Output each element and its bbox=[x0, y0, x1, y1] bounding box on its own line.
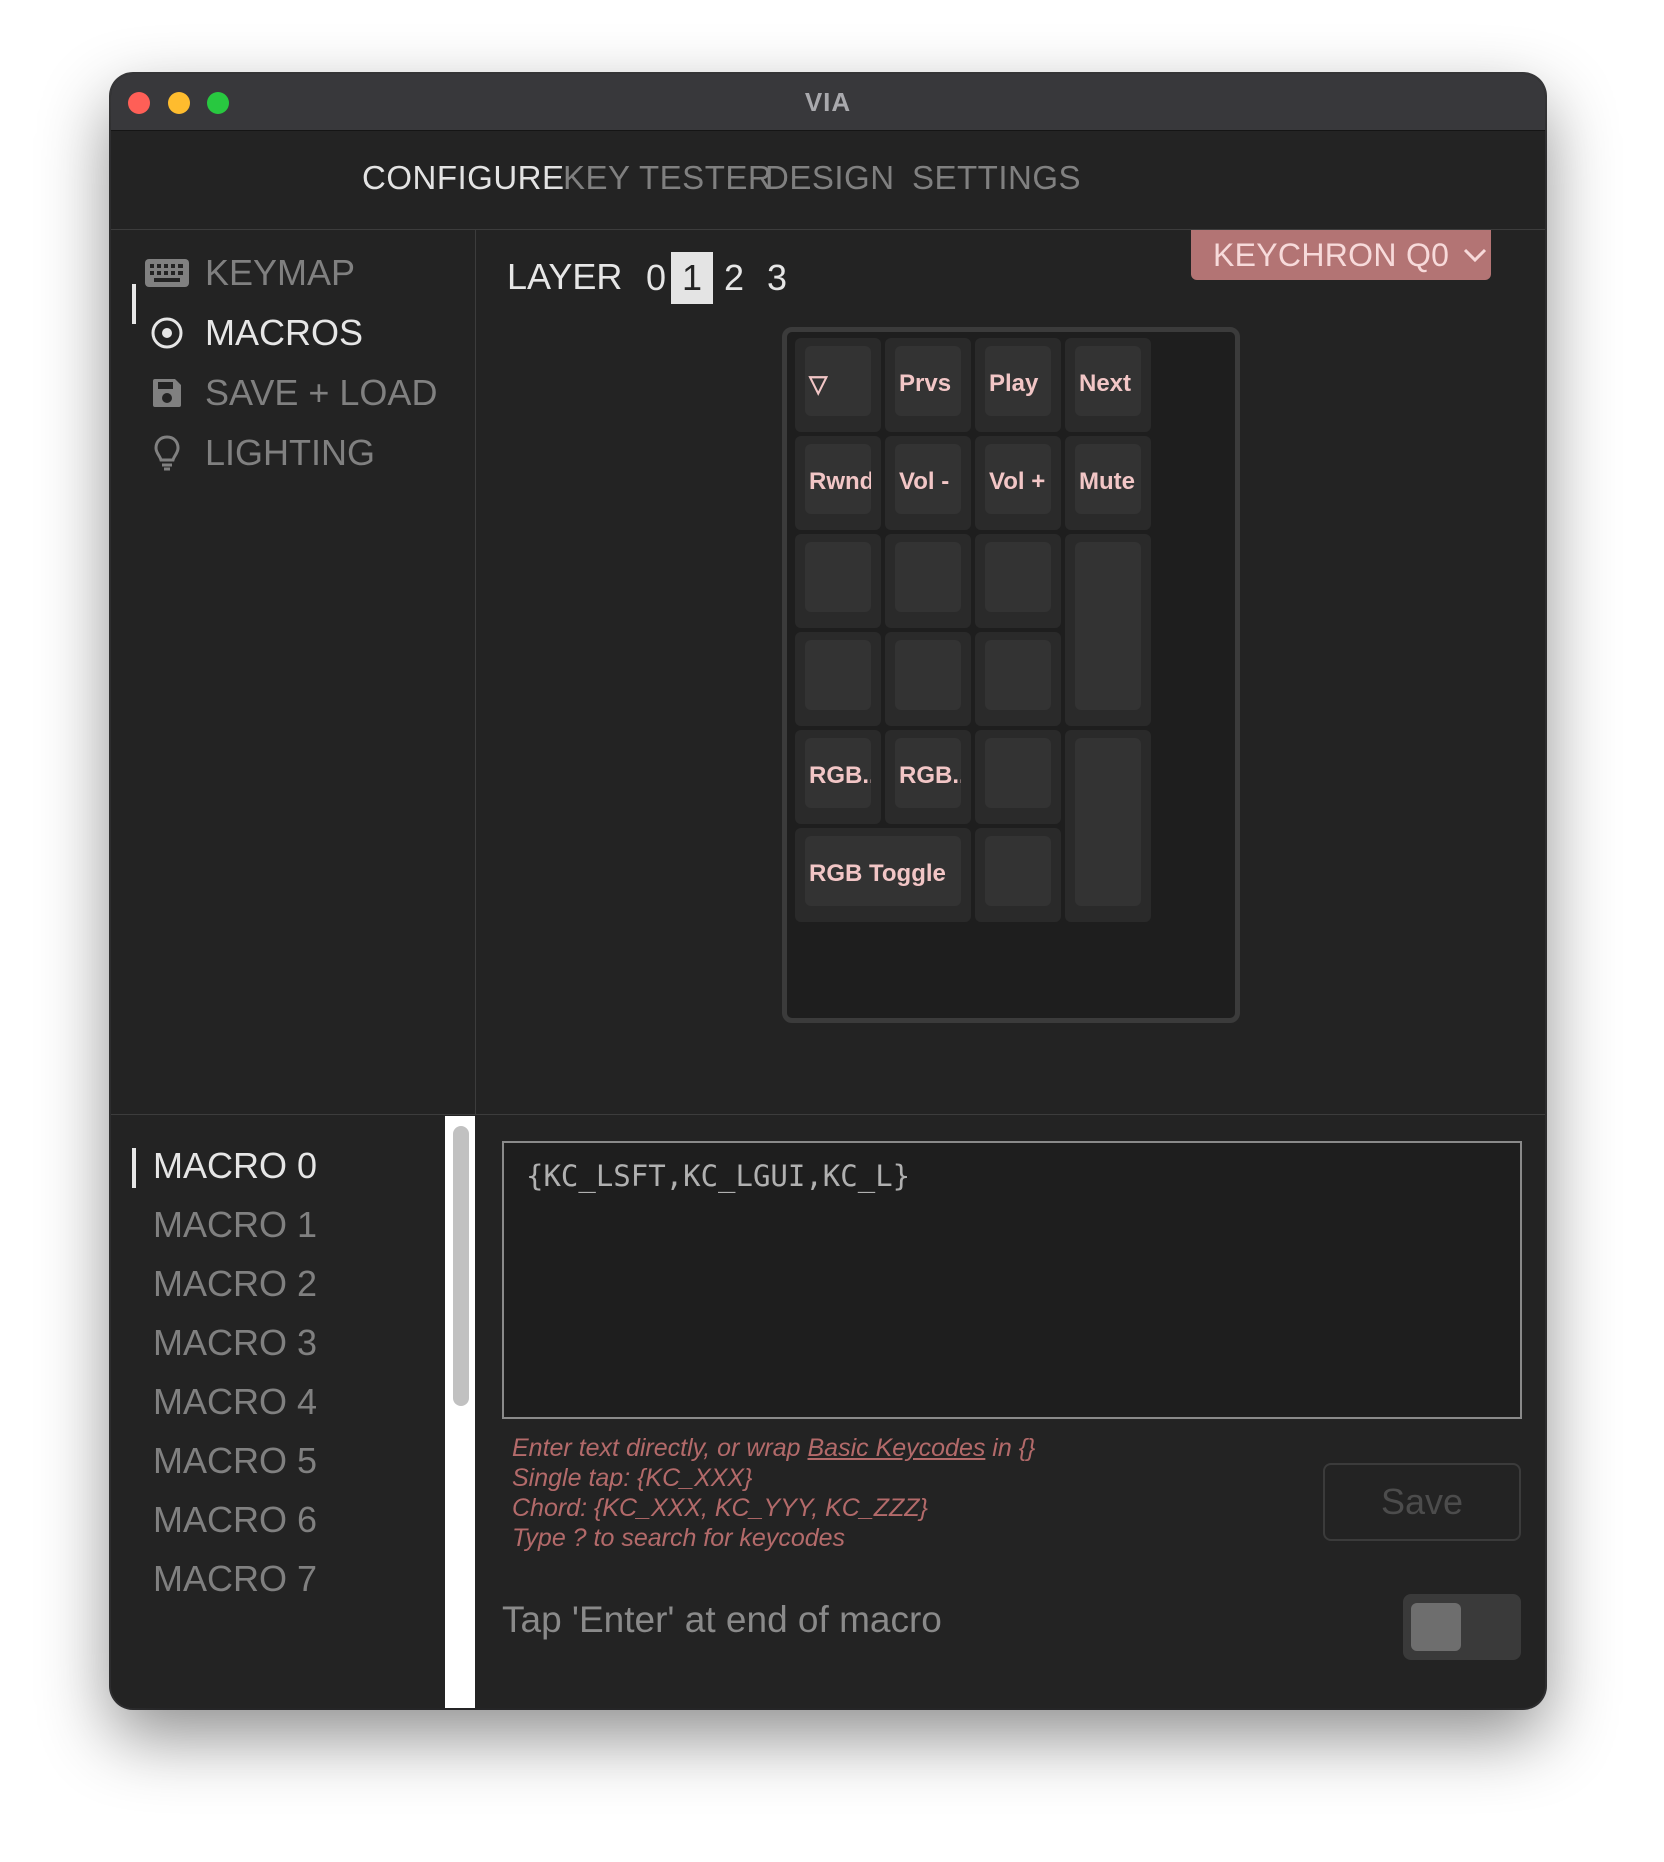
key-label: RGB... bbox=[805, 738, 871, 808]
sidebar-item-macros[interactable]: MACROS bbox=[145, 308, 363, 358]
key-label bbox=[805, 640, 871, 710]
key[interactable]: Mute bbox=[1065, 436, 1151, 530]
lightbulb-icon bbox=[145, 431, 189, 475]
key-label: RGB... bbox=[895, 738, 961, 808]
help-suffix: in {} bbox=[985, 1434, 1036, 1462]
sidebar-item-keymap[interactable]: KEYMAP bbox=[145, 248, 355, 298]
save-button[interactable]: Save bbox=[1323, 1463, 1521, 1541]
macro-item-0[interactable]: MACRO 0 bbox=[153, 1145, 317, 1187]
layer-2-button[interactable]: 2 bbox=[713, 252, 755, 304]
macro-item-6[interactable]: MACRO 6 bbox=[153, 1499, 317, 1541]
tab-key-tester[interactable]: KEY TESTER bbox=[563, 159, 772, 197]
key-label bbox=[1075, 738, 1141, 906]
key[interactable] bbox=[975, 632, 1061, 726]
layer-1-button[interactable]: 1 bbox=[671, 252, 713, 304]
floppy-disk-icon bbox=[145, 371, 189, 415]
key-label bbox=[895, 640, 961, 710]
tap-enter-toggle[interactable] bbox=[1403, 1594, 1521, 1660]
help-search: Type ? to search for keycodes bbox=[512, 1524, 846, 1552]
key-label bbox=[985, 640, 1051, 710]
key-label bbox=[985, 542, 1051, 612]
sidebar-item-label: KEYMAP bbox=[205, 252, 356, 293]
key-label: Vol - bbox=[895, 444, 961, 514]
device-selector[interactable]: KEYCHRON Q0 bbox=[1191, 230, 1491, 280]
key-label: Prvs bbox=[895, 346, 961, 416]
macro-item-3[interactable]: MACRO 3 bbox=[153, 1322, 317, 1364]
key[interactable]: Prvs bbox=[885, 338, 971, 432]
layer-3-button[interactable]: 3 bbox=[756, 252, 798, 304]
key-label bbox=[985, 836, 1051, 906]
sidebar-item-lighting[interactable]: LIGHTING bbox=[145, 428, 375, 478]
target-icon bbox=[145, 311, 189, 355]
sidebar-item-label: SAVE + LOAD bbox=[205, 372, 438, 413]
toggle-knob bbox=[1411, 1603, 1461, 1651]
key[interactable] bbox=[975, 534, 1061, 628]
macro-list-scroll-thumb[interactable] bbox=[453, 1126, 469, 1406]
key[interactable] bbox=[795, 534, 881, 628]
key[interactable] bbox=[975, 828, 1061, 922]
tab-configure[interactable]: CONFIGURE bbox=[362, 159, 565, 197]
sidebar-item-label: MACROS bbox=[205, 312, 364, 353]
key-label bbox=[1075, 542, 1141, 710]
help-chord: Chord: {KC_XXX, KC_YYY, KC_ZZZ} bbox=[512, 1494, 928, 1522]
key-label: Next bbox=[1075, 346, 1141, 416]
macro-editor[interactable]: {KC_LSFT,KC_LGUI,KC_L} bbox=[502, 1141, 1522, 1419]
layer-label: LAYER bbox=[507, 256, 623, 297]
key[interactable]: ▽ bbox=[795, 338, 881, 432]
key[interactable]: Rwnd bbox=[795, 436, 881, 530]
key-label: Play bbox=[985, 346, 1051, 416]
macro-item-2[interactable]: MACRO 2 bbox=[153, 1263, 317, 1305]
key-label: Rwnd bbox=[805, 444, 871, 514]
window-title: VIA bbox=[804, 87, 852, 117]
sidebar-item-label: LIGHTING bbox=[205, 432, 376, 473]
key[interactable] bbox=[1065, 730, 1151, 922]
key-label bbox=[985, 738, 1051, 808]
macro-list: MACRO 0 MACRO 1 MACRO 2 MACRO 3 MACRO 4 … bbox=[111, 1115, 463, 1708]
key[interactable]: RGB... bbox=[885, 730, 971, 824]
help-text-wrap: Enter text directly, or wrap Basic Keyco… bbox=[512, 1434, 1035, 1463]
macro-item-7[interactable]: MACRO 7 bbox=[153, 1558, 317, 1600]
macro-item-5[interactable]: MACRO 5 bbox=[153, 1440, 317, 1482]
key[interactable] bbox=[795, 632, 881, 726]
tap-enter-label: Tap 'Enter' at end of macro bbox=[502, 1599, 942, 1640]
device-name: KEYCHRON Q0 bbox=[1213, 236, 1450, 273]
key-label: Mute bbox=[1075, 444, 1141, 514]
sidebar-item-save-load[interactable]: SAVE + LOAD bbox=[145, 368, 437, 418]
key-label: ▽ bbox=[805, 346, 871, 416]
chevron-down-icon bbox=[1464, 248, 1487, 263]
key[interactable]: RGB Toggle bbox=[795, 828, 971, 922]
keyboard-icon bbox=[145, 251, 189, 295]
key[interactable]: Vol - bbox=[885, 436, 971, 530]
key[interactable] bbox=[975, 730, 1061, 824]
key[interactable] bbox=[1065, 534, 1151, 726]
macro-item-4[interactable]: MACRO 4 bbox=[153, 1381, 317, 1423]
basic-keycodes-link[interactable]: Basic Keycodes bbox=[807, 1434, 985, 1462]
key-label bbox=[805, 542, 871, 612]
key-label bbox=[895, 542, 961, 612]
keyboard-layout: ▽ Prvs Play Next Rwnd Vol - Vol + Mute R… bbox=[782, 327, 1240, 1023]
key-label: Vol + bbox=[985, 444, 1051, 514]
key[interactable]: Vol + bbox=[975, 436, 1061, 530]
key-label: RGB Toggle bbox=[805, 836, 961, 906]
tab-settings[interactable]: SETTINGS bbox=[912, 159, 1081, 197]
top-nav: CONFIGURE KEY TESTER DESIGN SETTINGS bbox=[111, 131, 1545, 230]
sidebar-menu: KEYMAP MACROS SAVE + LOAD LIGHTING bbox=[111, 230, 476, 1114]
help-prefix: Enter text directly, or wrap bbox=[512, 1434, 808, 1462]
help-single-tap: Single tap: {KC_XXX} bbox=[512, 1464, 753, 1492]
key[interactable]: Play bbox=[975, 338, 1061, 432]
key[interactable]: Next bbox=[1065, 338, 1151, 432]
key[interactable] bbox=[885, 632, 971, 726]
key[interactable]: RGB... bbox=[795, 730, 881, 824]
macro-item-1[interactable]: MACRO 1 bbox=[153, 1204, 317, 1246]
key[interactable] bbox=[885, 534, 971, 628]
active-menu-indicator bbox=[132, 284, 136, 324]
active-macro-indicator bbox=[132, 1148, 136, 1188]
app-window: VIA CONFIGURE KEY TESTER DESIGN SETTINGS… bbox=[111, 74, 1545, 1708]
title-bar: VIA bbox=[111, 74, 1545, 131]
tab-design[interactable]: DESIGN bbox=[765, 159, 895, 197]
